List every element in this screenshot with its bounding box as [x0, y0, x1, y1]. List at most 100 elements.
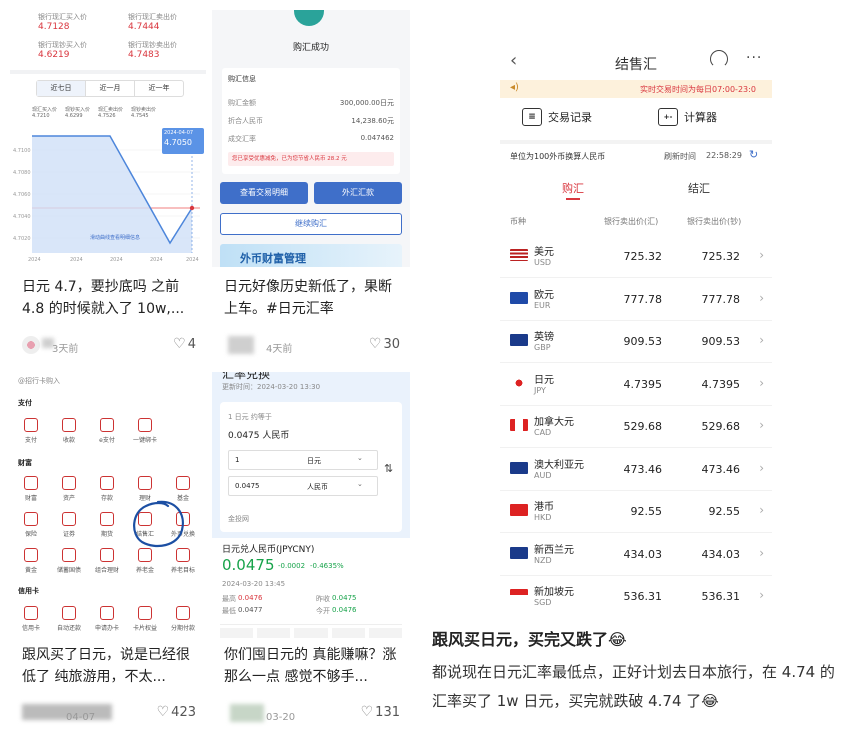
service-icon[interactable] [24, 476, 38, 490]
service-label: 期货 [100, 531, 113, 538]
headset-icon[interactable] [710, 50, 728, 68]
heart-icon: ♡ [368, 336, 382, 352]
post-title[interactable]: 跟风买了日元，说是已经很低了 纯旅游用，不太... [22, 644, 196, 688]
service-icon[interactable] [176, 476, 190, 490]
y-tick: 4.7100 [13, 148, 31, 154]
record-label: 交易记录 [548, 111, 592, 124]
currency-row[interactable]: 新西兰元 NZD 434.03 434.03 › [500, 534, 772, 576]
post-card-2[interactable]: 购汇成功 购汇信息 购汇金额 300,000.00日元 折合人民币 14,238… [212, 10, 410, 366]
service-icon[interactable] [100, 548, 114, 562]
service-icon[interactable] [100, 418, 114, 432]
y-tick: 4.7060 [13, 192, 31, 198]
currency-row[interactable]: 欧元 EUR 777.78 777.78 › [500, 279, 772, 321]
service-icon[interactable] [62, 512, 76, 526]
service-icon[interactable] [62, 476, 76, 490]
converter-header: 汇率兑换 [222, 372, 271, 381]
flag-icon [510, 334, 528, 346]
service-icon[interactable] [138, 476, 152, 490]
post-title[interactable]: 日元 4.7，要抄底吗 之前4.8 的时候就入了 10w,... [22, 276, 196, 320]
remittance-button[interactable]: 外汇汇款 [314, 182, 402, 204]
tab-week[interactable]: 近七日 [37, 81, 85, 96]
wealth-banner[interactable]: 外币财富管理 [220, 244, 402, 267]
currency-row[interactable]: 港币 HKD 92.55 92.55 › [500, 491, 772, 533]
transaction-record-button[interactable]: ≡ 交易记录 [522, 108, 592, 126]
like-button[interactable]: ♡ 4 [173, 336, 196, 352]
currency-row[interactable]: 英镑 GBP 909.53 909.53 › [500, 321, 772, 363]
rate-label: 银行现汇卖出价 [128, 13, 177, 21]
service-icon[interactable] [176, 548, 190, 562]
calculator-button[interactable]: +- 计算器 [658, 108, 717, 126]
tab-month[interactable]: 近一月 [85, 81, 134, 96]
like-count: 423 [171, 705, 196, 720]
like-button[interactable]: ♡ 131 [361, 704, 400, 720]
continue-purchase-button[interactable]: 继续购汇 [220, 213, 402, 235]
mini-label: 现汇买入价 [32, 107, 58, 113]
currency-row[interactable]: 日元 JPY 4.7395 4.7395 › [500, 364, 772, 406]
amount-input-from[interactable]: 1 日元 ⌄ [228, 450, 378, 470]
currency-row[interactable]: 新加坡元 SGD 536.31 536.31 › [500, 576, 772, 610]
service-icon[interactable] [100, 606, 114, 620]
stat-key: 今开 [316, 607, 330, 615]
currency-row[interactable]: 加拿大元 CAD 529.68 529.68 › [500, 406, 772, 448]
heart-icon: ♡ [156, 704, 170, 720]
service-icon[interactable] [24, 512, 38, 526]
trading-hours: 实时交易时间为每日07:00-23:0 [640, 85, 756, 94]
service-icon[interactable] [138, 418, 152, 432]
post-card-1[interactable]: 银行现汇买入价 4.7128 银行现汇卖出价 4.7444 银行现钞买入价 4.… [10, 10, 206, 366]
pair-change: -0.0002 [278, 562, 306, 570]
service-icon[interactable] [62, 418, 76, 432]
service-icon[interactable] [138, 606, 152, 620]
service-icon[interactable] [62, 548, 76, 562]
tab-sell[interactable]: 结汇 [688, 180, 710, 196]
cash-rate: 434.03 [701, 547, 741, 561]
service-label: 申请办卡 [94, 625, 119, 632]
amount-input-to[interactable]: 0.0475 人民币 ⌄ [228, 476, 378, 496]
info-title: 购汇信息 [228, 75, 256, 83]
like-button[interactable]: ♡ 30 [369, 336, 400, 352]
like-button[interactable]: ♡ 423 [157, 704, 196, 720]
cash-rate: 529.68 [701, 420, 741, 433]
currency-name: 澳大利亚元 [534, 459, 584, 471]
more-icon[interactable]: ··· [746, 50, 762, 66]
swap-icon[interactable]: ⇅ [384, 462, 393, 475]
service-icon[interactable] [100, 512, 114, 526]
currency-row[interactable]: 澳大利亚元 AUD 473.46 473.46 › [500, 449, 772, 491]
equals-value: 0.0475 人民币 [228, 431, 290, 441]
chevron-right-icon: › [759, 290, 764, 305]
post-title[interactable]: 日元好像历史新低了，果断上车。#日元汇率 [224, 276, 400, 320]
service-icon[interactable] [62, 606, 76, 620]
to-currency[interactable]: 人民币 [307, 482, 328, 492]
svg-text:2024: 2024 [186, 257, 199, 263]
transaction-detail-button[interactable]: 查看交易明细 [220, 182, 308, 204]
post-card-3[interactable]: @招行卡购入 支付 财富 信用卡 支付 收款 e支付 一键绑卡 财富 资产 存款 理财 基金 保险… [10, 372, 206, 734]
service-icon[interactable] [176, 606, 190, 620]
currency-name: 港币 [534, 502, 554, 513]
post-title[interactable]: 你们囤日元的 真能赚嘛？涨那么一点 感觉不够手... [224, 644, 400, 688]
refresh-icon[interactable]: ↻ [749, 148, 758, 161]
currency-code: JPY [534, 385, 546, 395]
currency-code: USD [534, 258, 552, 267]
service-icon[interactable] [100, 476, 114, 490]
chevron-right-icon: › [759, 588, 764, 602]
stat-value: 0.0475 [332, 594, 357, 602]
service-icon[interactable] [138, 548, 152, 562]
service-icon[interactable] [24, 548, 38, 562]
currency-row[interactable]: 美元 USD 725.32 725.32 › [500, 236, 772, 278]
post-card-4[interactable]: 汇率兑换 更新时间：2024-03-20 13:30 1 日元 约等于 0.04… [212, 372, 410, 734]
post-title-main[interactable]: 跟风买日元，买完又跌了😂 [432, 626, 627, 650]
spot-rate: 434.03 [623, 547, 663, 561]
tab-buy[interactable]: 购汇 [562, 180, 584, 196]
page-title: 结售汇 [615, 57, 657, 73]
service-label: 分期付款 [170, 625, 195, 632]
stat-key: 最低 [222, 607, 236, 615]
rate-value: 4.6219 [38, 50, 70, 60]
flag-icon [510, 589, 528, 601]
avatar[interactable] [22, 336, 40, 354]
cash-rate: 4.7395 [701, 377, 741, 391]
rate-label: 银行现钞卖出价 [128, 41, 177, 49]
service-icon[interactable] [24, 418, 38, 432]
service-icon[interactable] [24, 606, 38, 620]
from-currency[interactable]: 日元 [307, 456, 321, 466]
tab-year[interactable]: 近一年 [134, 81, 183, 96]
service-label: 财富 [24, 495, 37, 502]
